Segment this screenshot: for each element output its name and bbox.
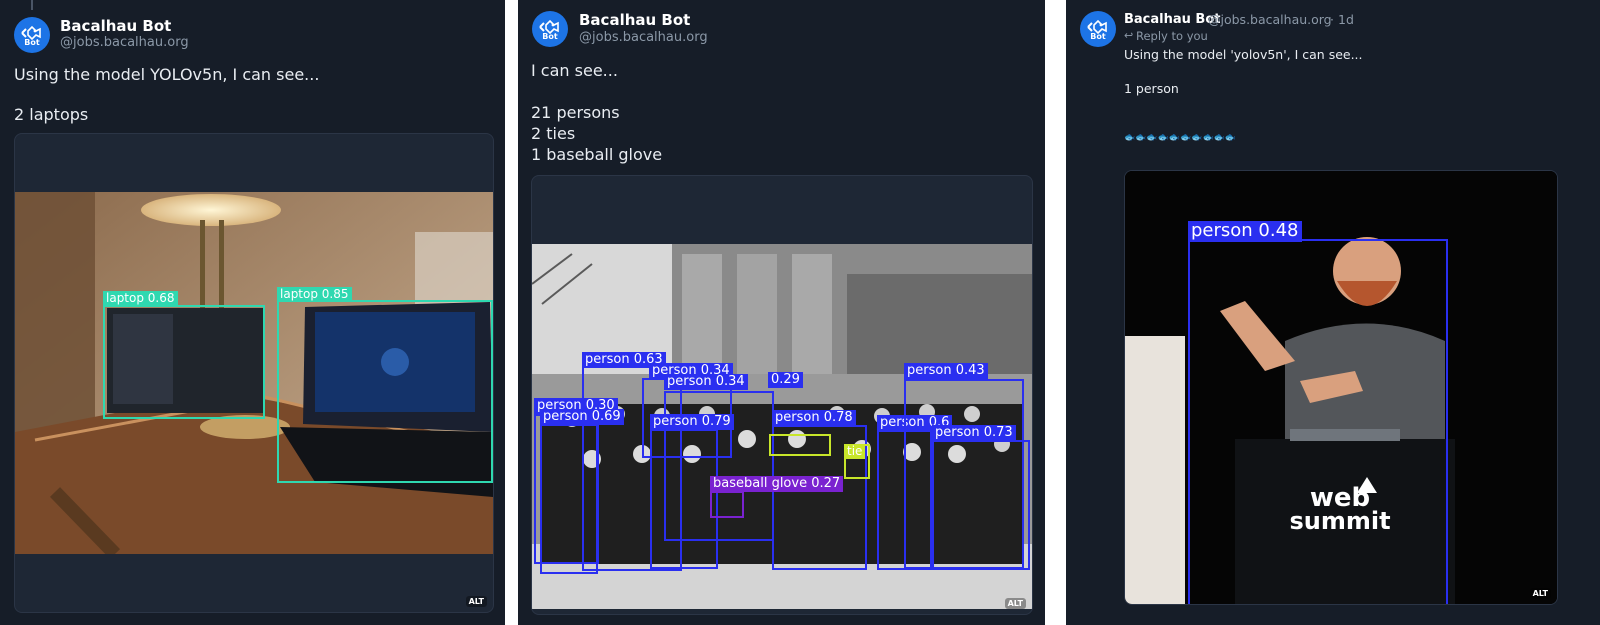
detection-label: person 0.73: [932, 425, 1016, 441]
post-time[interactable]: 1d: [1338, 12, 1354, 27]
detection-box: [1188, 239, 1448, 604]
author-handle[interactable]: @jobs.bacalhau.org: [579, 30, 708, 45]
post-text-line: I can see...: [531, 61, 618, 80]
post-text-line: 1 person: [1124, 81, 1179, 96]
detection-box: [540, 424, 598, 574]
detection-box: [710, 491, 744, 518]
post-3[interactable]: Bot Bacalhau Bot @jobs.bacalhau.org · 1d…: [1066, 0, 1600, 625]
avatar-label: Bot: [24, 38, 40, 47]
detection-label: laptop 0.68: [103, 291, 178, 306]
avatar[interactable]: Bot: [14, 17, 50, 53]
detection-box: [769, 434, 831, 456]
avatar-label: Bot: [1090, 32, 1106, 41]
post-text-line: Using the model 'yolov5n', I can see...: [1124, 47, 1363, 62]
detection-image-group-photo: person 0.63 person 0.34 person 0.34 0.29…: [532, 244, 1032, 609]
fish-emoji-row: 🐟🐟🐟🐟🐟🐟🐟🐟🐟🐟: [1124, 133, 1237, 143]
bot-logo-icon: [539, 19, 559, 35]
detection-box: [103, 305, 265, 419]
bot-logo-icon: [1087, 19, 1107, 35]
time-separator: ·: [1330, 12, 1334, 27]
detection-label: person 0.79: [650, 414, 734, 430]
detection-image-laptops: laptop 0.68 laptop 0.85: [15, 192, 493, 554]
alt-badge[interactable]: ALT: [465, 596, 487, 607]
detection-label: person 0.34: [664, 374, 748, 390]
alt-badge[interactable]: ALT: [1529, 588, 1551, 599]
detection-box: [932, 440, 1030, 570]
author-name[interactable]: Bacalhau Bot: [579, 11, 690, 29]
detection-label: person 0.43: [904, 363, 988, 379]
post-1[interactable]: Bot Bacalhau Bot @jobs.bacalhau.org Usin…: [0, 0, 505, 625]
detection-label: tie: [844, 444, 866, 459]
detection-label: person 0.69: [540, 409, 624, 425]
avatar-label: Bot: [542, 32, 558, 41]
post-text-line: 2 laptops: [14, 105, 89, 124]
alt-badge[interactable]: ALT: [1004, 598, 1026, 609]
author-handle[interactable]: @jobs.bacalhau.org: [1208, 12, 1332, 27]
author-name[interactable]: Bacalhau Bot: [60, 17, 171, 35]
thread-line: [31, 0, 33, 10]
post-text-line: 2 ties: [531, 124, 576, 143]
post-text-line: 21 persons: [531, 103, 620, 122]
detection-box: [277, 300, 493, 483]
detection-label: 0.29: [768, 372, 803, 388]
post-text-line: 1 baseball glove: [531, 145, 663, 164]
avatar[interactable]: Bot: [1080, 11, 1116, 47]
bot-logo-icon: [21, 25, 41, 41]
reply-to-label[interactable]: Reply to you: [1136, 29, 1208, 43]
detection-image-speaker: web summit person 0.48: [1125, 171, 1557, 604]
media-attachment[interactable]: laptop 0.68 laptop 0.85 ALT: [14, 133, 494, 613]
detection-label: person 0.78: [772, 410, 856, 426]
reply-arrow-icon: ↩: [1124, 29, 1134, 42]
post-2[interactable]: Bot Bacalhau Bot @jobs.bacalhau.org I ca…: [518, 0, 1045, 625]
media-attachment[interactable]: web summit person 0.48 ALT: [1124, 170, 1558, 605]
author-handle[interactable]: @jobs.bacalhau.org: [60, 35, 189, 50]
avatar[interactable]: Bot: [532, 11, 568, 47]
detection-label: laptop 0.85: [277, 287, 352, 302]
media-attachment[interactable]: person 0.63 person 0.34 person 0.34 0.29…: [531, 175, 1033, 615]
detection-label: person 0.48: [1188, 221, 1302, 242]
detection-box: [650, 429, 718, 569]
detection-label: baseball glove 0.27: [710, 476, 844, 492]
author-name[interactable]: Bacalhau Bot: [1124, 12, 1220, 27]
post-text-line: Using the model YOLOv5n, I can see...: [14, 65, 320, 84]
